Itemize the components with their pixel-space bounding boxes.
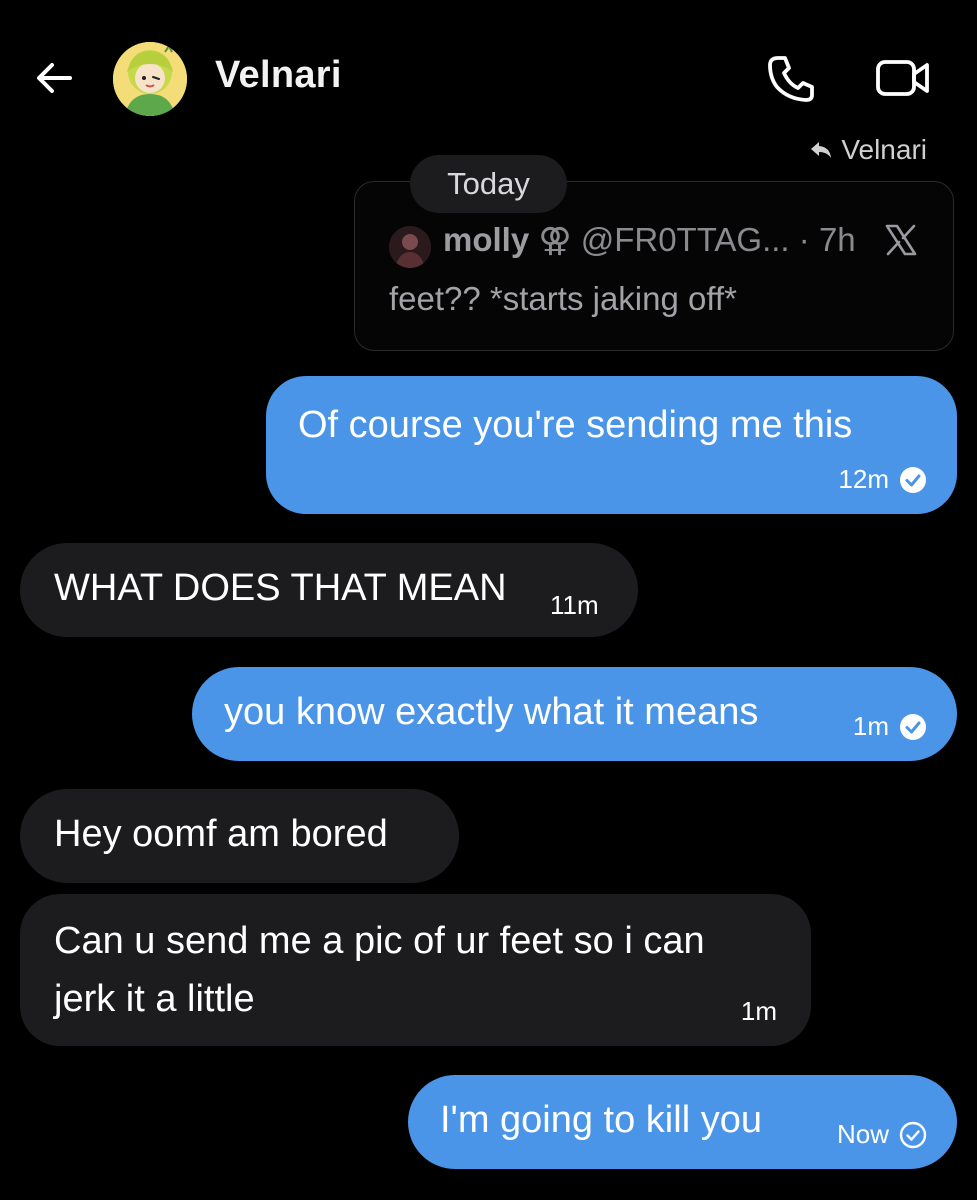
message-time: 1m: [852, 711, 889, 741]
message-bubble-incoming[interactable]: Hey oomf am bored: [20, 789, 459, 883]
quote-meta: molly ⚢ @FR0TTAG... · 7h: [443, 220, 943, 260]
message-time: Now: [836, 1119, 889, 1149]
voice-call-button[interactable]: [764, 52, 818, 106]
chat-header: Velnari: [0, 0, 977, 150]
quote-avatar-image: [389, 226, 431, 268]
message-meta: 11m: [550, 590, 599, 621]
quote-text: feet?? *starts jaking off*: [389, 280, 737, 317]
message-time: 12m: [838, 464, 889, 494]
message-meta: 12m: [838, 464, 927, 495]
video-camera-icon: [876, 60, 929, 96]
message-text: Hey oomf am bored: [54, 813, 388, 855]
read-check-icon: [900, 466, 926, 493]
reply-arrow-icon: [811, 142, 832, 158]
message-text-line-2: jerk it a little: [54, 978, 255, 1020]
quote-author: molly: [443, 221, 530, 258]
avatar-image: [113, 42, 187, 116]
contact-name[interactable]: Velnari: [215, 54, 342, 97]
x-logo-icon: [885, 224, 917, 256]
quote-handle: @FR0TTAG...: [580, 221, 790, 258]
message-time: 11m: [550, 590, 599, 620]
quote-avatar: [389, 226, 431, 268]
message-text: WHAT DOES THAT MEAN: [54, 567, 507, 609]
quote-age: · 7h: [798, 221, 856, 258]
message-bubble-incoming[interactable]: Can u send me a pic of ur feet so i can …: [20, 894, 811, 1046]
back-button[interactable]: [32, 56, 80, 100]
message-bubble-outgoing[interactable]: you know exactly what it means 1m: [192, 667, 957, 761]
video-call-button[interactable]: [874, 54, 932, 102]
phone-icon: [768, 56, 814, 102]
message-text: Of course you're sending me this: [298, 404, 853, 446]
reply-to-name: Velnari: [841, 134, 927, 165]
message-bubble-outgoing[interactable]: I'm going to kill you Now: [408, 1075, 957, 1169]
quote-badge: ⚢: [538, 221, 572, 258]
message-bubble-incoming[interactable]: WHAT DOES THAT MEAN 11m: [20, 543, 638, 637]
back-arrow-icon: [37, 63, 72, 93]
message-text: I'm going to kill you: [440, 1099, 762, 1141]
message-meta: Now: [837, 1119, 927, 1150]
sent-check-icon: [899, 1121, 927, 1148]
reply-indicator: Velnari: [809, 134, 927, 166]
message-meta: 1m: [853, 711, 927, 742]
message-text: you know exactly what it means: [224, 691, 759, 733]
message-time: 1m: [740, 996, 777, 1026]
read-check-icon: [900, 713, 926, 740]
message-text-line-1: Can u send me a pic of ur feet so i can: [54, 920, 705, 962]
contact-avatar[interactable]: [113, 42, 187, 116]
message-bubble-outgoing[interactable]: Of course you're sending me this 12m: [266, 376, 957, 514]
date-divider: Today: [410, 155, 567, 213]
message-meta: 1m: [741, 996, 777, 1027]
